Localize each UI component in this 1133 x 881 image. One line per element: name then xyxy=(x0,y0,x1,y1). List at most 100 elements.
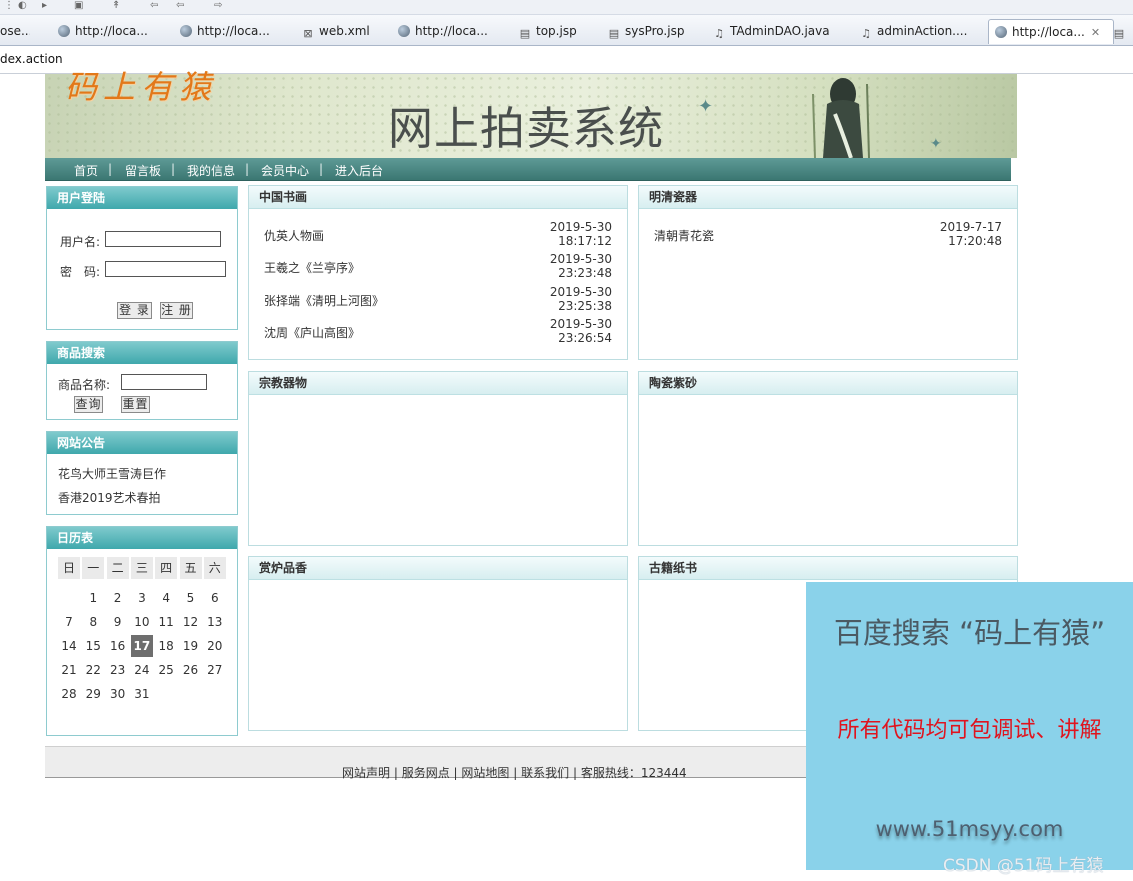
calendar-day[interactable]: 23 xyxy=(107,659,129,681)
calendar-day[interactable]: 7 xyxy=(58,611,80,633)
footer-separator: | xyxy=(572,766,581,780)
globe-icon xyxy=(180,25,192,37)
calendar-day[interactable]: 9 xyxy=(107,611,129,633)
calendar-day[interactable]: 21 xyxy=(58,659,80,681)
calendar-day[interactable]: 27 xyxy=(204,659,226,681)
nav-separator: | xyxy=(319,162,324,176)
calendar-day[interactable]: 18 xyxy=(155,635,177,657)
calendar-day[interactable]: 10 xyxy=(131,611,153,633)
calendar-day[interactable]: 1 xyxy=(82,587,104,609)
search-panel-title: 商品搜索 xyxy=(47,342,237,364)
calendar-day[interactable]: 28 xyxy=(58,683,80,705)
nav-admin[interactable]: 进入后台 xyxy=(335,162,383,179)
category-panel: 宗教器物 xyxy=(248,371,628,546)
nav-home[interactable]: 首页 xyxy=(74,162,98,179)
category-title: 陶瓷紫砂 xyxy=(639,372,1017,395)
product-name-label: 商品名称: xyxy=(58,378,111,392)
tab-overflow[interactable]: ▤ xyxy=(1113,19,1133,43)
calendar-day[interactable]: 15 xyxy=(82,635,104,657)
editor-tab[interactable]: ose... xyxy=(0,19,30,43)
search-panel: 商品搜索 商品名称: 查询 重置 xyxy=(46,341,238,420)
editor-tab-bar: ose... http://loca... http://loca... ⊠ we… xyxy=(0,15,1133,46)
calendar-day xyxy=(155,683,177,705)
calendar-day[interactable]: 2 xyxy=(107,587,129,609)
editor-tab[interactable]: http://loca... xyxy=(398,19,498,43)
calendar-day[interactable]: 19 xyxy=(180,635,202,657)
globe-icon xyxy=(58,25,70,37)
register-button[interactable]: 注 册 xyxy=(160,302,193,319)
password-input[interactable] xyxy=(105,261,226,277)
nav-my-info[interactable]: 我的信息 xyxy=(187,162,235,179)
editor-tab-active[interactable]: http://loca... ✕ xyxy=(988,19,1114,44)
tab-label: http://loca... xyxy=(1012,25,1085,39)
calendar-day[interactable]: 16 xyxy=(107,635,129,657)
notice-link[interactable]: 香港2019艺术春拍 xyxy=(58,489,161,506)
url-text[interactable]: dex.action xyxy=(0,52,63,66)
editor-tab[interactable]: ♫ TAdminDAO.java xyxy=(713,19,843,43)
butterfly-icon: ✦ xyxy=(698,96,714,117)
tab-label: sysPro.jsp xyxy=(625,24,685,38)
globe-icon xyxy=(995,26,1007,38)
java-file-icon: ♫ xyxy=(861,27,871,40)
auction-item-date: 2019-5-30 23:26:54 xyxy=(534,317,612,345)
calendar-day[interactable]: 3 xyxy=(131,587,153,609)
editor-tab[interactable]: http://loca... xyxy=(180,19,280,43)
calendar-day[interactable]: 24 xyxy=(131,659,153,681)
reset-button[interactable]: 重置 xyxy=(121,396,150,413)
close-icon[interactable]: ✕ xyxy=(1091,26,1100,39)
auction-item-link[interactable]: 清朝青花瓷 xyxy=(654,227,714,244)
auction-item-link[interactable]: 沈周《庐山高图》 xyxy=(264,324,360,341)
back-arrow-icon[interactable]: ⇦ xyxy=(150,1,162,11)
login-button[interactable]: 登 录 xyxy=(117,302,152,319)
footer-link-sitemap[interactable]: 网站地图 xyxy=(461,766,509,780)
notice-link[interactable]: 花鸟大师王雪涛巨作 xyxy=(58,465,166,482)
auction-item-link[interactable]: 王羲之《兰亭序》 xyxy=(264,259,360,276)
calendar-day[interactable]: 22 xyxy=(82,659,104,681)
calendar-day[interactable]: 8 xyxy=(82,611,104,633)
auction-item-link[interactable]: 张择端《清明上河图》 xyxy=(264,292,384,309)
calendar-day-today[interactable]: 17 xyxy=(130,635,153,657)
web-browser-icon[interactable]: ◐ xyxy=(18,1,30,11)
calendar-day[interactable]: 29 xyxy=(82,683,104,705)
date-text: 2019-5-30 xyxy=(549,317,612,331)
footer-link-contact[interactable]: 联系我们 xyxy=(521,766,569,780)
external-tools-icon[interactable]: ▣ xyxy=(74,1,86,11)
nav-separator: | xyxy=(245,162,250,176)
calendar-day[interactable]: 13 xyxy=(204,611,226,633)
query-button[interactable]: 查询 xyxy=(74,396,103,413)
calendar-panel: 日历表 日一二三四五六 1 2 3 4 5 6 7 8 9 10 11 12 13 14 15 16 17 18 19… xyxy=(46,526,238,736)
username-input[interactable] xyxy=(105,231,221,247)
editor-tab[interactable]: ▤ top.jsp xyxy=(519,19,599,43)
pin-icon[interactable]: ↟ xyxy=(112,1,124,11)
calendar-day[interactable]: 25 xyxy=(155,659,177,681)
auction-item-link[interactable]: 仇英人物画 xyxy=(264,227,324,244)
calendar-day[interactable]: 11 xyxy=(155,611,177,633)
forward-back-icon[interactable]: ⇦ xyxy=(176,1,188,11)
calendar-weekday: 四 xyxy=(155,557,178,579)
calendar-day[interactable]: 14 xyxy=(58,635,80,657)
calendar-day[interactable]: 30 xyxy=(107,683,129,705)
auction-item-date: 2019-7-17 17:20:48 xyxy=(924,220,1002,248)
calendar-day[interactable]: 6 xyxy=(204,587,226,609)
run-icon[interactable]: ▸ xyxy=(42,1,54,11)
editor-tab[interactable]: ♫ adminAction.... xyxy=(860,19,970,43)
calendar-day[interactable]: 12 xyxy=(180,611,202,633)
forward-arrow-icon[interactable]: ⇨ xyxy=(214,1,226,11)
calendar-day[interactable]: 20 xyxy=(204,635,226,657)
editor-tab[interactable]: ⊠ web.xml xyxy=(302,19,382,43)
butterfly-icon: ✦ xyxy=(930,136,942,152)
nav-guestbook[interactable]: 留言板 xyxy=(125,162,161,179)
footer-hotline: 客服热线：123444 xyxy=(580,766,687,780)
product-name-input[interactable] xyxy=(121,374,207,390)
calendar-day[interactable]: 26 xyxy=(180,659,202,681)
editor-tab[interactable]: ▤ sysPro.jsp xyxy=(608,19,698,43)
calendar-day[interactable]: 5 xyxy=(180,587,202,609)
editor-tab[interactable]: http://loca... xyxy=(58,19,158,43)
footer-link-service[interactable]: 服务网点 xyxy=(402,766,450,780)
calendar-day xyxy=(204,683,226,705)
footer-link-statement[interactable]: 网站声明 xyxy=(342,766,390,780)
calendar-day[interactable]: 31 xyxy=(131,683,153,705)
nav-member-center[interactable]: 会员中心 xyxy=(261,162,309,179)
calendar-day[interactable]: 4 xyxy=(155,587,177,609)
date-text: 2019-5-30 xyxy=(549,252,612,266)
